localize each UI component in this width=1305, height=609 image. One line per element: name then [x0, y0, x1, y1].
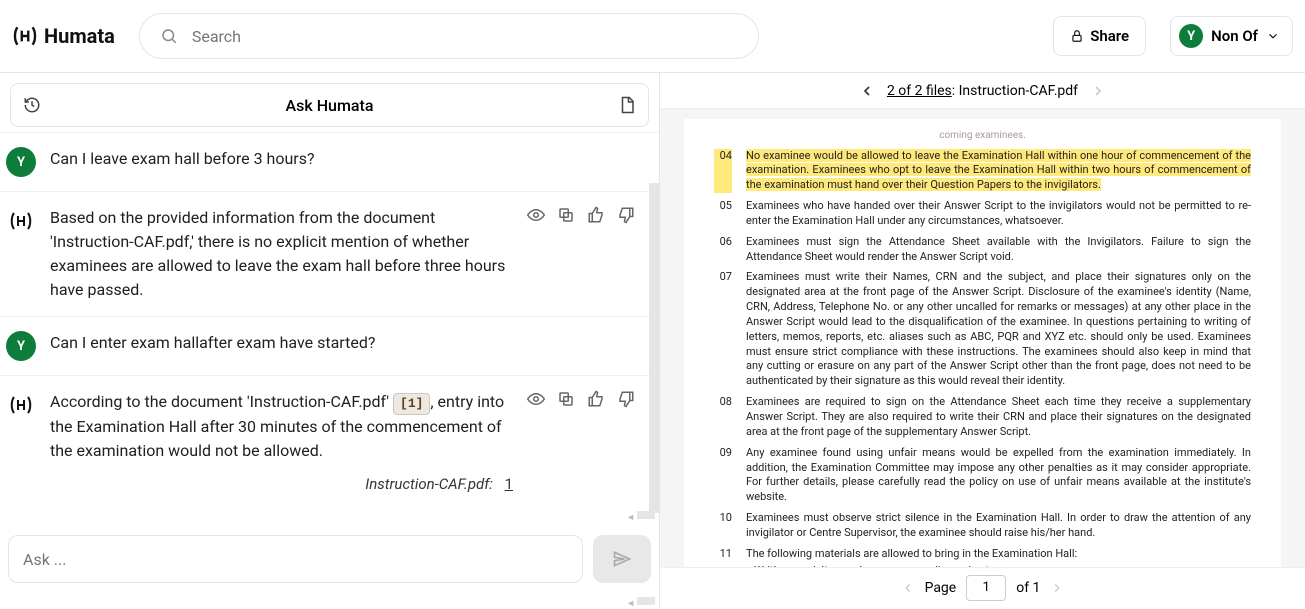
thumbs-up-icon[interactable]: [587, 206, 605, 302]
reference-pill[interactable]: [1]: [393, 393, 430, 415]
rule-row: 05 Examinees who have handed over their A…: [714, 199, 1251, 229]
history-icon[interactable]: [23, 96, 41, 114]
humata-logo-icon: [12, 23, 38, 49]
page-of-label: of 1: [1016, 580, 1040, 596]
document-icon[interactable]: [618, 96, 636, 114]
next-file-button[interactable]: [1090, 83, 1106, 99]
bot-avatar-icon: [6, 206, 36, 236]
rule-number: 04: [714, 149, 732, 194]
thumbs-down-icon[interactable]: [617, 206, 635, 302]
avatar: Y: [6, 331, 36, 361]
top-bar: Humata Share Y Non Of: [0, 0, 1305, 73]
rule-row: 08 Examinees are required to sign on the …: [714, 395, 1251, 440]
rule-text: Examinees must observe strict silence in…: [746, 511, 1251, 541]
rule-text: Examinees must write their Names, CRN an…: [746, 270, 1251, 389]
rule-number: 09: [714, 446, 732, 505]
chat-input-row: [0, 523, 659, 595]
rule-row: 11 The following materials are allowed to…: [714, 547, 1251, 562]
message-text: According to the document 'Instruction-C…: [50, 390, 513, 495]
rule-number: 07: [714, 270, 732, 389]
user-menu-button[interactable]: Y Non Of: [1170, 16, 1293, 56]
document-panel: 2 of 2 files: Instruction-CAF.pdf coming…: [660, 73, 1305, 607]
rule-row: 04 No examinee would be allowed to leave …: [714, 149, 1251, 194]
share-button[interactable]: Share: [1053, 16, 1146, 56]
thumbs-up-icon[interactable]: [587, 390, 605, 495]
eye-icon[interactable]: [527, 390, 545, 495]
page-number-input[interactable]: [966, 575, 1006, 601]
next-page-button[interactable]: [1050, 581, 1064, 595]
search-input[interactable]: [192, 27, 738, 46]
brand-logo[interactable]: Humata: [12, 23, 115, 49]
rule-row: 10 Examinees must observe strict silence …: [714, 511, 1251, 541]
document-page: coming examinees. 04 No examinee would be…: [684, 119, 1281, 567]
micro-scroll[interactable]: [0, 595, 659, 607]
prev-page-remnant: coming examinees.: [714, 129, 1251, 143]
rule-row: 09Any examinee found using unfair means …: [714, 446, 1251, 505]
document-header: 2 of 2 files: Instruction-CAF.pdf: [660, 73, 1305, 109]
document-footer: Page of 1: [660, 567, 1305, 607]
rule-text: Examinees are required to sign on the At…: [746, 395, 1251, 440]
chat-header: Ask Humata: [10, 83, 649, 127]
message-text: Based on the provided information from t…: [50, 206, 513, 302]
rule-number: 06: [714, 235, 732, 265]
rule-text: No examinee would be allowed to leave th…: [746, 149, 1251, 194]
source-label: Instruction-CAF.pdf:: [365, 475, 493, 493]
rule-number: 08: [714, 395, 732, 440]
thumbs-down-icon[interactable]: [617, 390, 635, 495]
user-name: Non Of: [1211, 27, 1258, 45]
source-reference: Instruction-CAF.pdf: 1: [50, 463, 513, 496]
chat-body[interactable]: Y Can I leave exam hall before 3 hours? …: [0, 127, 659, 523]
page-label: Page: [925, 580, 957, 596]
micro-scroll[interactable]: [0, 509, 659, 521]
rule-number: 11: [714, 547, 732, 562]
prev-file-button[interactable]: [859, 83, 875, 99]
bot-avatar-icon: [6, 390, 36, 420]
chat-message-user: Y Can I enter exam hallafter exam have s…: [0, 317, 659, 376]
chevron-down-icon: [1266, 29, 1280, 43]
rule-number: 10: [714, 511, 732, 541]
copy-icon[interactable]: [557, 206, 575, 302]
chat-message-user: Y Can I leave exam hall before 3 hours?: [0, 133, 659, 192]
file-count: 2 of 2 files: [887, 83, 952, 99]
rule-row: 07Examinees must write their Names, CRN …: [714, 270, 1251, 389]
rule-text: Examinees must sign the Attendance Sheet…: [746, 235, 1251, 265]
rule-text: Any examinee found using unfair means wo…: [746, 446, 1251, 505]
document-body[interactable]: coming examinees. 04 No examinee would be…: [660, 109, 1305, 567]
lock-icon: [1070, 29, 1084, 43]
prev-page-button[interactable]: [901, 581, 915, 595]
scrollbar-thumb[interactable]: [649, 183, 659, 513]
rule-text: Examinees who have handed over their Ans…: [746, 199, 1251, 229]
rule-number: 05: [714, 199, 732, 229]
chat-input[interactable]: [8, 535, 583, 583]
avatar: Y: [6, 147, 36, 177]
eye-icon[interactable]: [527, 206, 545, 302]
send-icon: [612, 549, 632, 569]
search-icon: [160, 27, 178, 45]
share-label: Share: [1090, 27, 1129, 45]
chat-panel: Ask Humata Y Can I leave exam hall befor…: [0, 73, 660, 607]
chat-message-bot: According to the document 'Instruction-C…: [0, 376, 659, 509]
copy-icon[interactable]: [557, 390, 575, 495]
rule-text: The following materials are allowed to b…: [746, 547, 1251, 562]
brand-name: Humata: [44, 24, 115, 48]
chat-header-title: Ask Humata: [286, 96, 374, 115]
avatar: Y: [1179, 24, 1203, 48]
file-info: 2 of 2 files: Instruction-CAF.pdf: [887, 83, 1078, 99]
source-page-link[interactable]: 1: [505, 475, 513, 493]
message-tools: [527, 206, 635, 302]
message-text: Can I enter exam hallafter exam have sta…: [50, 331, 635, 361]
send-button[interactable]: [593, 535, 651, 583]
message-pre: According to the document 'Instruction-C…: [50, 392, 393, 411]
message-text: Can I leave exam hall before 3 hours?: [50, 147, 635, 177]
search-input-wrapper[interactable]: [139, 13, 759, 59]
chat-message-bot: Based on the provided information from t…: [0, 192, 659, 317]
rule-row: 06 Examinees must sign the Attendance She…: [714, 235, 1251, 265]
file-name: : Instruction-CAF.pdf: [952, 83, 1078, 99]
message-tools: [527, 390, 635, 495]
